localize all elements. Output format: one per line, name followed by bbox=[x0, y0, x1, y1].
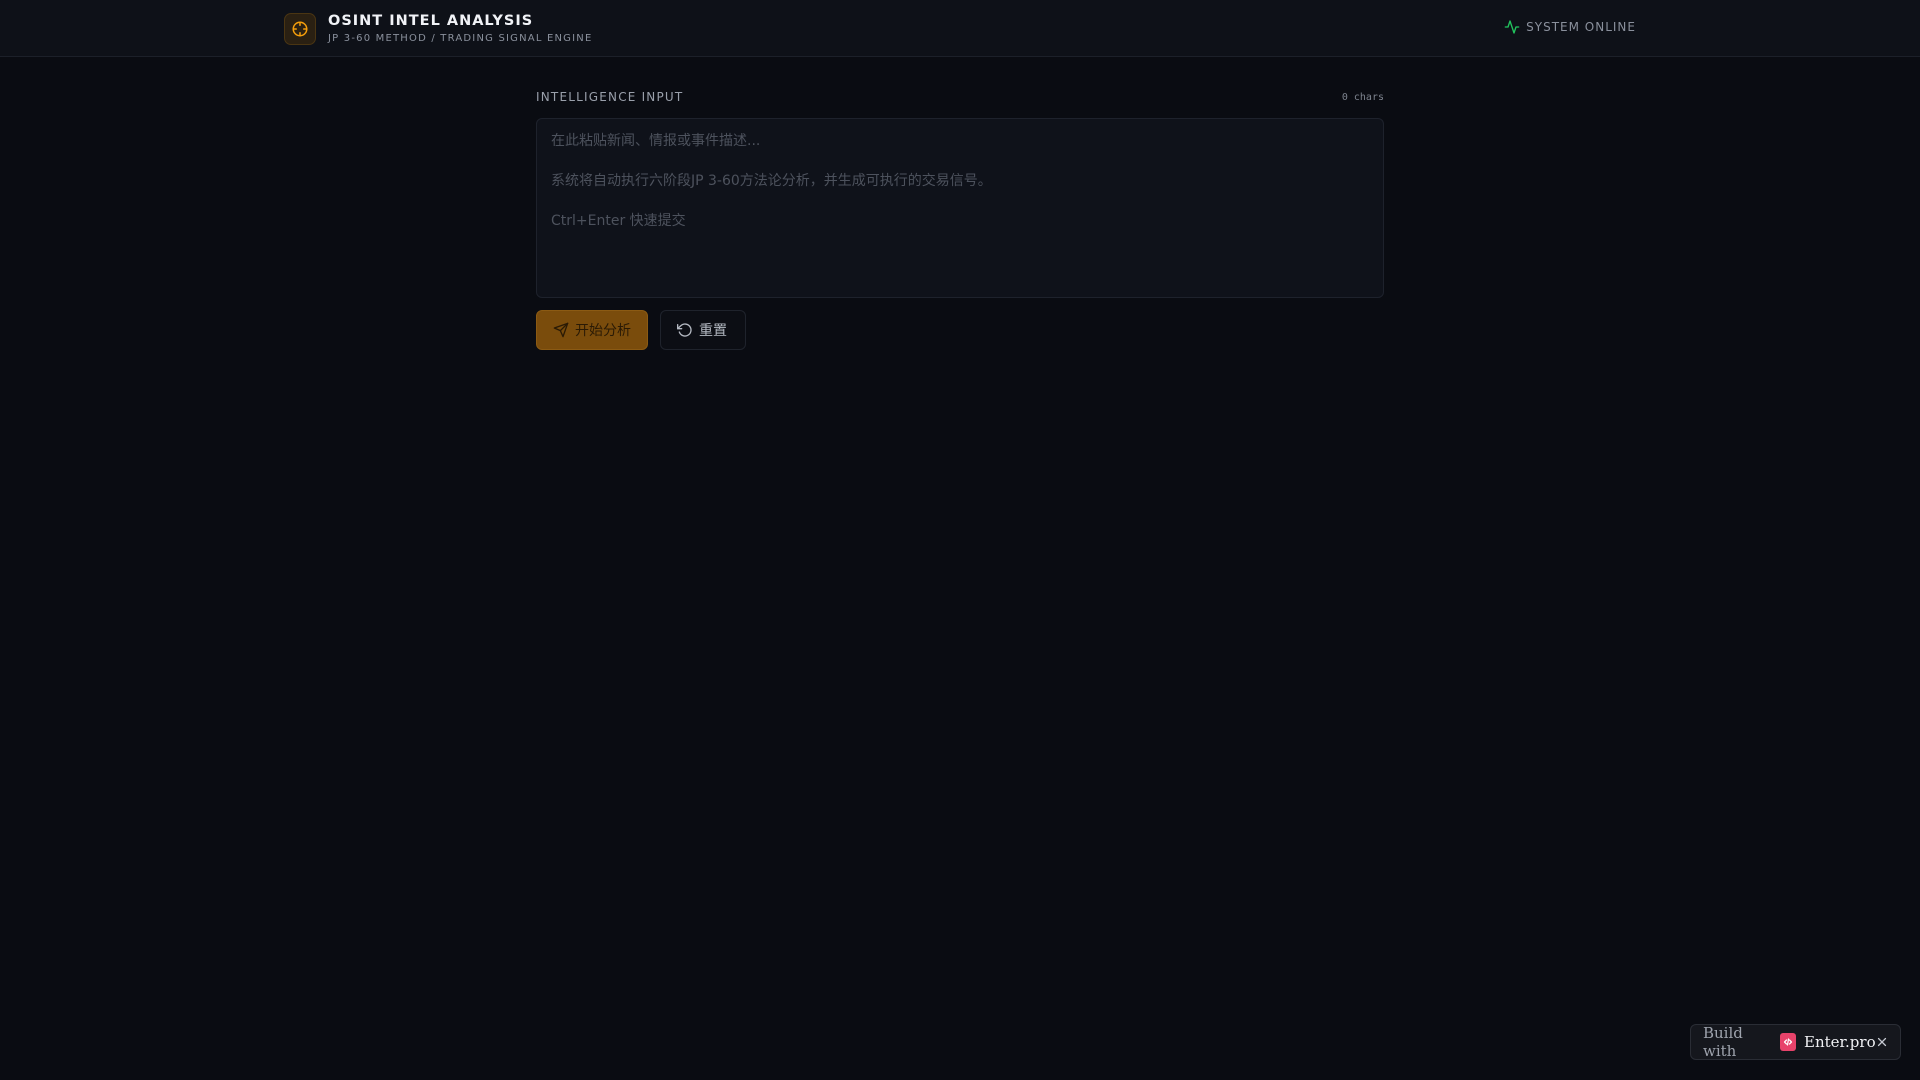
textarea-container bbox=[536, 118, 1384, 298]
brand-text: OSINT INTEL ANALYSIS JP 3-60 METHOD / TR… bbox=[328, 12, 592, 46]
intel-input-panel: INTELLIGENCE INPUT 0 chars 开始分析 重置 bbox=[536, 88, 1384, 350]
intel-textarea[interactable] bbox=[549, 129, 1371, 287]
input-header: INTELLIGENCE INPUT 0 chars bbox=[536, 88, 1384, 106]
analyze-button-label: 开始分析 bbox=[575, 323, 631, 339]
code-icon bbox=[1780, 1033, 1796, 1051]
char-count: 0 chars bbox=[1341, 91, 1384, 103]
brand: OSINT INTEL ANALYSIS JP 3-60 METHOD / TR… bbox=[284, 12, 592, 46]
analyze-button[interactable]: 开始分析 bbox=[536, 310, 648, 350]
send-icon bbox=[553, 322, 569, 338]
build-with-badge[interactable]: Build with Enter.pro bbox=[1690, 1024, 1901, 1060]
crosshair-icon bbox=[284, 13, 316, 45]
system-status: SYSTEM ONLINE bbox=[1504, 19, 1636, 35]
rotate-ccw-icon bbox=[677, 323, 692, 337]
action-bar: 开始分析 重置 bbox=[536, 310, 1384, 350]
system-status-label: SYSTEM ONLINE bbox=[1526, 20, 1636, 34]
input-label: INTELLIGENCE INPUT bbox=[536, 90, 684, 104]
reset-button[interactable]: 重置 bbox=[660, 310, 746, 350]
app-title: OSINT INTEL ANALYSIS bbox=[328, 13, 534, 29]
badge-brand-name: Enter.pro bbox=[1804, 1033, 1876, 1051]
close-icon[interactable] bbox=[1876, 1035, 1888, 1049]
app-subtitle: JP 3-60 METHOD / TRADING SIGNAL ENGINE bbox=[328, 33, 593, 44]
badge-prefix: Build with bbox=[1703, 1024, 1743, 1060]
activity-icon bbox=[1504, 19, 1520, 35]
reset-button-label: 重置 bbox=[699, 323, 727, 339]
top-bar: OSINT INTEL ANALYSIS JP 3-60 METHOD / TR… bbox=[0, 0, 1920, 57]
